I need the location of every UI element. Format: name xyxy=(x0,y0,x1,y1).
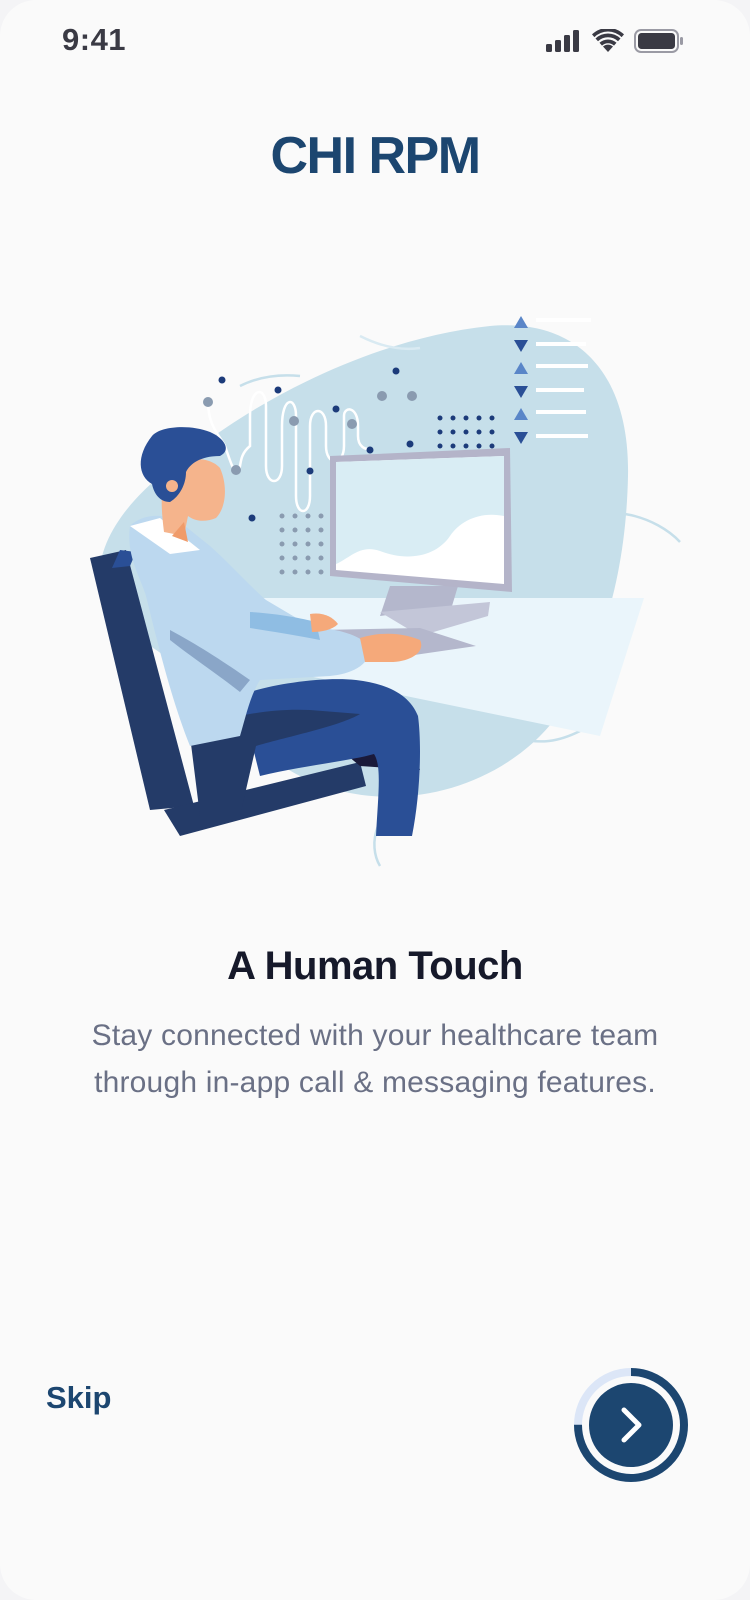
battery-icon xyxy=(634,28,684,58)
status-icons xyxy=(546,27,684,58)
person-at-computer-illustration xyxy=(60,296,700,886)
skip-button[interactable]: Skip xyxy=(46,1380,111,1416)
next-button[interactable] xyxy=(572,1366,690,1484)
status-time: 9:41 xyxy=(62,22,127,57)
progress-ring xyxy=(574,1368,688,1482)
onboarding-screen: 9:41 CHI RPM A Human Touch Stay connecte… xyxy=(0,0,750,1600)
onboarding-description: Stay connected with your healthcare team… xyxy=(91,1019,659,1099)
app-title: CHI RPM xyxy=(270,127,481,185)
status-bar: 9:41 xyxy=(0,0,750,86)
onboarding-heading: A Human Touch xyxy=(227,944,523,988)
cellular-signal-icon xyxy=(546,29,582,57)
wifi-icon xyxy=(592,27,624,58)
next-button-circle[interactable] xyxy=(589,1383,673,1467)
